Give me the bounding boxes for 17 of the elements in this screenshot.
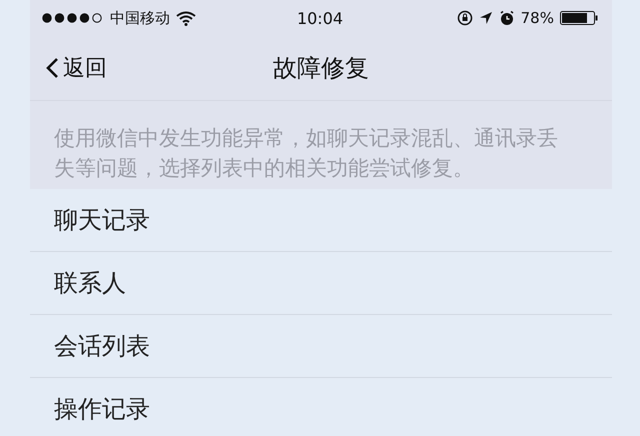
signal-icon — [42, 13, 104, 23]
clock-time: 10:04 — [296, 8, 344, 28]
location-arrow-icon — [478, 11, 493, 25]
alarm-clock-icon — [498, 10, 515, 26]
list-item[interactable]: 会话列表 — [30, 315, 612, 378]
carrier-name: 中国移动 — [110, 8, 170, 28]
chevron-left-icon — [46, 57, 59, 79]
page-title: 故障修复 — [273, 54, 369, 82]
back-button[interactable]: 返回 — [46, 53, 107, 83]
description-text: 使用微信中发生功能异常，如聊天记录混乱、通讯录丢失等问题，选择列表中的相关功能尝试修复。 — [54, 125, 559, 182]
battery-icon — [560, 11, 598, 25]
list-item[interactable]: 操作记录 — [30, 378, 612, 436]
list-item[interactable]: 聊天记录 — [30, 189, 612, 252]
wifi-icon — [176, 10, 196, 26]
battery-percentage: 78% — [520, 9, 554, 27]
rotation-lock-icon — [456, 10, 473, 26]
list-item[interactable]: 联系人 — [30, 252, 612, 315]
